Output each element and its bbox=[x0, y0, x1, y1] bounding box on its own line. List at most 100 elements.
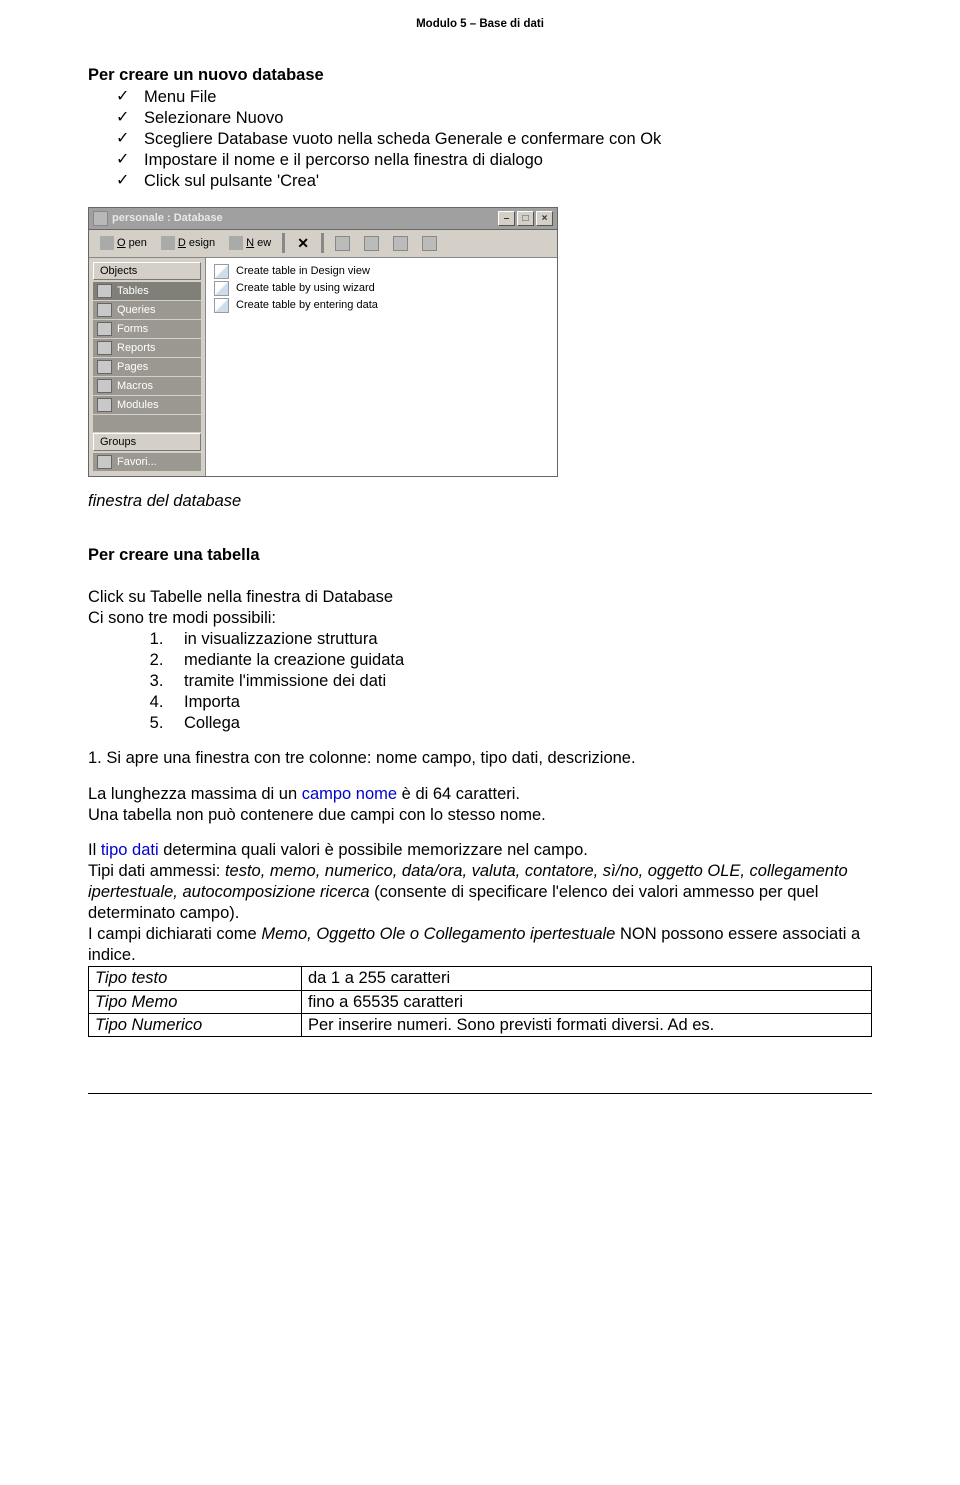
window-title: personale : Database bbox=[112, 212, 498, 224]
favorites-icon bbox=[97, 455, 112, 469]
table-row: Tipo Memo fino a 65535 caratteri bbox=[89, 990, 872, 1013]
type-cell: Tipo Numerico bbox=[89, 1013, 302, 1036]
term-campo-nome: campo nome bbox=[302, 785, 397, 803]
list-item: Selezionare Nuovo bbox=[116, 108, 872, 129]
paragraph: Tipi dati ammessi: testo, memo, numerico… bbox=[88, 861, 872, 924]
app-icon bbox=[93, 211, 108, 226]
section-heading-create-db: Per creare un nuovo database bbox=[88, 66, 872, 85]
wizard-icon bbox=[214, 264, 229, 279]
list-item-create-entering[interactable]: Create table by entering data bbox=[214, 297, 549, 314]
object-list: Create table in Design view Create table… bbox=[206, 258, 557, 476]
toolbar: Open Design New ✕ bbox=[89, 230, 557, 258]
sidebar-item-reports[interactable]: Reports bbox=[93, 339, 201, 357]
separator bbox=[321, 233, 324, 253]
modules-icon bbox=[97, 398, 112, 412]
sidebar-item-favorites[interactable]: Favori... bbox=[93, 453, 201, 471]
term-tipo-dati: tipo dati bbox=[101, 841, 159, 859]
list-item: mediante la creazione guidata bbox=[168, 650, 872, 671]
forms-icon bbox=[97, 322, 112, 336]
list-item: Collega bbox=[168, 713, 872, 734]
sidebar-item-forms[interactable]: Forms bbox=[93, 320, 201, 338]
list-item-label: Create table by using wizard bbox=[236, 282, 375, 294]
sidebar-item-label: Tables bbox=[117, 285, 149, 297]
sidebar-item-label: Queries bbox=[117, 304, 156, 316]
sidebar-item-macros[interactable]: Macros bbox=[93, 377, 201, 395]
sidebar-item-label: Forms bbox=[117, 323, 148, 335]
close-button[interactable]: × bbox=[536, 211, 553, 226]
excluded-types: Memo, Oggetto Ole o Collegamento ipertes… bbox=[261, 925, 615, 943]
sidebar-item-label: Reports bbox=[117, 342, 156, 354]
separator bbox=[282, 233, 285, 253]
table-row: Tipo testo da 1 a 255 caratteri bbox=[89, 967, 872, 990]
sidebar-item-pages[interactable]: Pages bbox=[93, 358, 201, 376]
section-heading-create-table: Per creare una tabella bbox=[88, 546, 872, 565]
large-icons-icon bbox=[335, 236, 350, 251]
sidebar-item-modules[interactable]: Modules bbox=[93, 396, 201, 414]
list-icon bbox=[393, 236, 408, 251]
sidebar-item-label: Favori... bbox=[117, 456, 157, 468]
list-item: Click sul pulsante 'Crea' bbox=[116, 171, 872, 192]
list-item: Menu File bbox=[116, 87, 872, 108]
list-item: Impostare il nome e il percorso nella fi… bbox=[116, 150, 872, 171]
window-titlebar: personale : Database – □ × bbox=[89, 208, 557, 230]
toolbar-view-large[interactable] bbox=[329, 233, 356, 254]
page-header: Modulo 5 – Base di dati bbox=[88, 0, 872, 66]
toolbar-view-list[interactable] bbox=[387, 233, 414, 254]
list-item-create-design[interactable]: Create table in Design view bbox=[214, 263, 549, 280]
type-cell: Tipo Memo bbox=[89, 990, 302, 1013]
intro-line: Ci sono tre modi possibili: bbox=[88, 608, 872, 629]
open-icon bbox=[100, 236, 114, 250]
toolbar-open[interactable]: Open bbox=[94, 233, 153, 253]
paragraph: 1. Si apre una finestra con tre colonne:… bbox=[88, 748, 872, 769]
sidebar-item-label: Pages bbox=[117, 361, 148, 373]
list-item: Scegliere Database vuoto nella scheda Ge… bbox=[116, 129, 872, 150]
list-item: in visualizzazione struttura bbox=[168, 629, 872, 650]
reports-icon bbox=[97, 341, 112, 355]
type-table: Tipo testo da 1 a 255 caratteri Tipo Mem… bbox=[88, 966, 872, 1036]
desc-cell: Per inserire numeri. Sono previsti forma… bbox=[302, 1013, 872, 1036]
sidebar-item-queries[interactable]: Queries bbox=[93, 301, 201, 319]
footer-rule bbox=[88, 1093, 872, 1094]
database-window-screenshot: personale : Database – □ × Open Design N… bbox=[88, 207, 558, 477]
sidebar-group-groups: Groups bbox=[93, 433, 201, 451]
table-row: Tipo Numerico Per inserire numeri. Sono … bbox=[89, 1013, 872, 1036]
pages-icon bbox=[97, 360, 112, 374]
macros-icon bbox=[97, 379, 112, 393]
sidebar: Objects Tables Queries Forms Reports Pag… bbox=[89, 258, 206, 476]
minimize-button[interactable]: – bbox=[498, 211, 515, 226]
toolbar-new[interactable]: New bbox=[223, 233, 277, 253]
toolbar-view-small[interactable] bbox=[358, 233, 385, 254]
design-icon bbox=[161, 236, 175, 250]
tables-icon bbox=[97, 284, 112, 298]
desc-cell: fino a 65535 caratteri bbox=[302, 990, 872, 1013]
paragraph: I campi dichiarati come Memo, Oggetto Ol… bbox=[88, 924, 872, 966]
list-item: Importa bbox=[168, 692, 872, 713]
toolbar-view-details[interactable] bbox=[416, 233, 443, 254]
create-db-steps: Menu File Selezionare Nuovo Scegliere Da… bbox=[88, 87, 872, 193]
screenshot-caption: finestra del database bbox=[88, 491, 872, 512]
intro-line: Click su Tabelle nella finestra di Datab… bbox=[88, 587, 872, 608]
list-item: tramite l'immissione dei dati bbox=[168, 671, 872, 692]
create-table-methods: in visualizzazione struttura mediante la… bbox=[88, 629, 872, 735]
paragraph: La lunghezza massima di un campo nome è … bbox=[88, 784, 872, 805]
sidebar-item-label: Modules bbox=[117, 399, 159, 411]
paragraph: Una tabella non può contenere due campi … bbox=[88, 805, 872, 826]
list-item-label: Create table by entering data bbox=[236, 299, 378, 311]
details-icon bbox=[422, 236, 437, 251]
wizard-icon bbox=[214, 298, 229, 313]
sidebar-item-label: Macros bbox=[117, 380, 153, 392]
toolbar-design[interactable]: Design bbox=[155, 233, 221, 253]
paragraph: Il tipo dati determina quali valori è po… bbox=[88, 840, 872, 861]
new-icon bbox=[229, 236, 243, 250]
toolbar-delete[interactable]: ✕ bbox=[290, 234, 316, 253]
sidebar-item-tables[interactable]: Tables bbox=[93, 282, 201, 300]
desc-cell: da 1 a 255 caratteri bbox=[302, 967, 872, 990]
type-cell: Tipo testo bbox=[89, 967, 302, 990]
queries-icon bbox=[97, 303, 112, 317]
maximize-button[interactable]: □ bbox=[517, 211, 534, 226]
small-icons-icon bbox=[364, 236, 379, 251]
sidebar-group-objects: Objects bbox=[93, 262, 201, 280]
list-item-label: Create table in Design view bbox=[236, 265, 370, 277]
wizard-icon bbox=[214, 281, 229, 296]
list-item-create-wizard[interactable]: Create table by using wizard bbox=[214, 280, 549, 297]
